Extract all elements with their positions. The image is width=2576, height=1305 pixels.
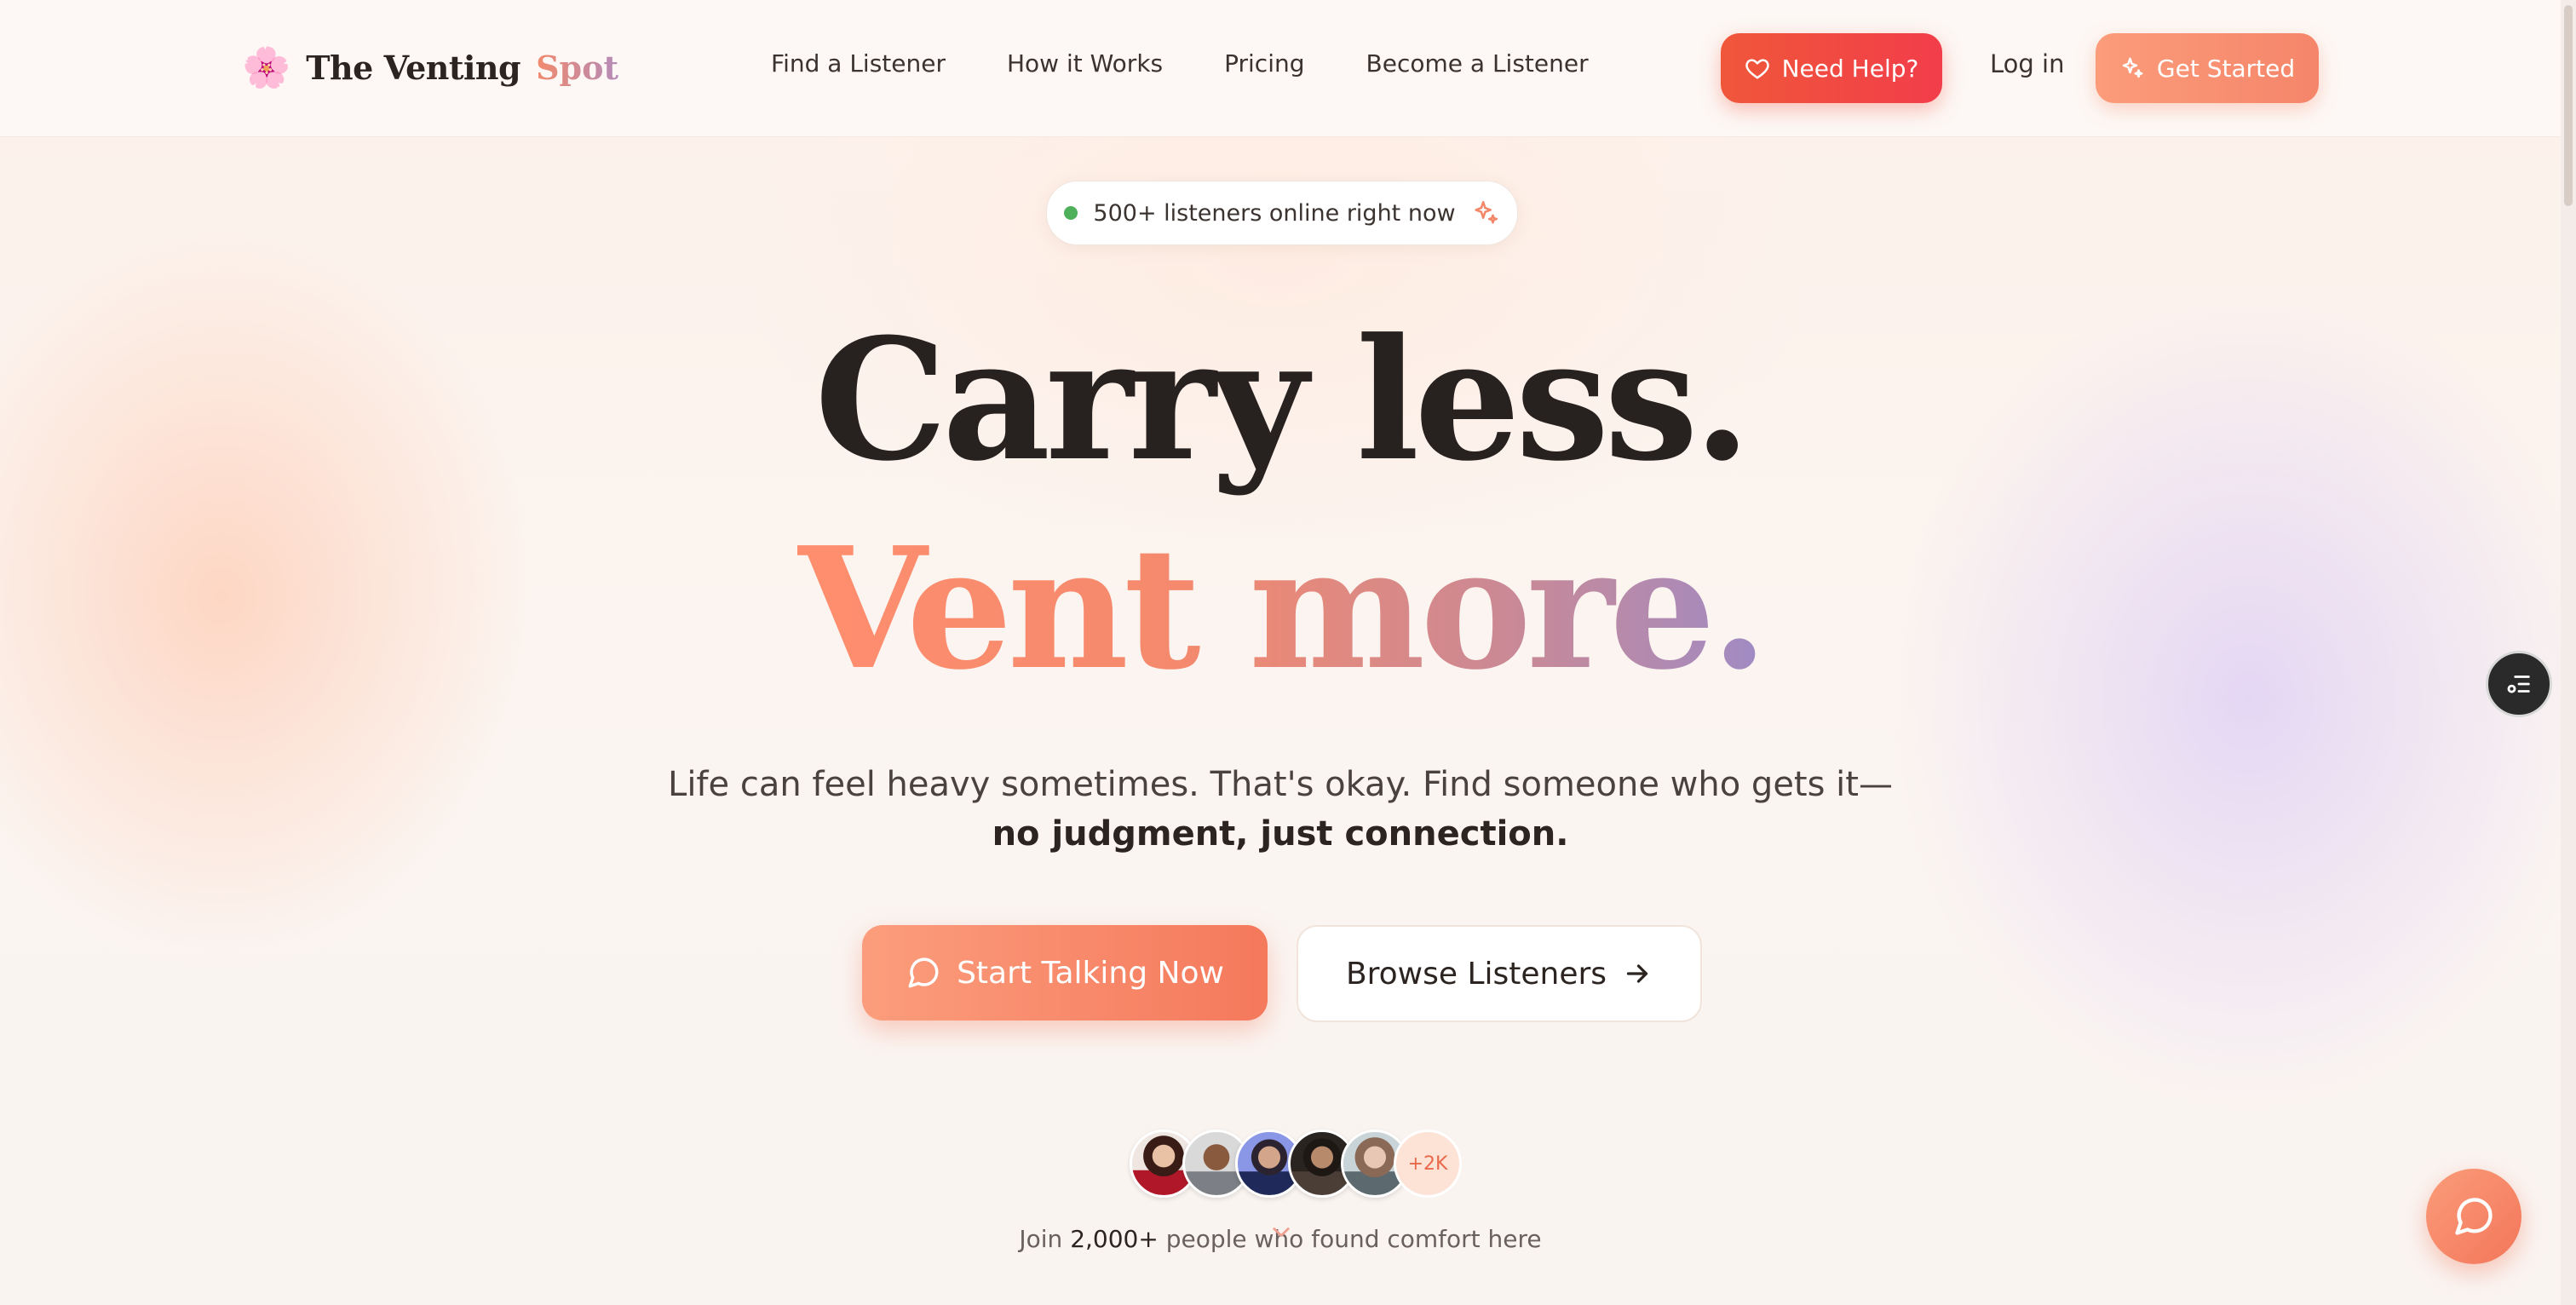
brand-name-accent: Spot [536,48,619,87]
chevron-down-icon[interactable] [1269,1220,1293,1244]
more-listeners-badge: +2K [1394,1130,1462,1198]
start-talking-label: Start Talking Now [957,955,1224,991]
nav-become-listener[interactable]: Become a Listener [1366,49,1589,78]
main-nav: Find a Listener How it Works Pricing Bec… [771,49,1589,78]
online-status-dot [1064,206,1078,220]
listener-avatars: +2K [1130,1130,1462,1198]
login-link[interactable]: Log in [1990,49,2064,78]
join-count: 2,000+ [1070,1225,1159,1253]
sparkle-icon [1474,200,1498,224]
hero-subtitle-text: Life can feel heavy sometimes. That's ok… [668,765,1893,804]
nav-pricing[interactable]: Pricing [1224,49,1304,78]
listeners-online-text: 500+ listeners online right now [1093,199,1456,227]
chat-bubble-icon [908,957,939,988]
hero-headline-line1: Carry less. [814,302,1751,498]
browse-listeners-label: Browse Listeners [1345,956,1607,992]
join-suffix: people who found comfort here [1165,1225,1542,1253]
hero-headline-gradient-text: Vent more. [796,511,1768,707]
floating-menu-button[interactable] [2486,651,2552,717]
sparkle-icon [2122,57,2143,78]
hero-subtitle-emphasis: no judgment, just connection. [992,814,1569,854]
chat-bubble-icon [2455,1198,2493,1235]
heart-icon [1745,59,1769,79]
brand-logo[interactable]: 🌸 The Venting Spot [242,39,618,95]
start-talking-button[interactable]: Start Talking Now [862,925,1268,1020]
get-started-button[interactable]: Get Started [2096,33,2319,103]
hero-subtitle: Life can feel heavy sometimes. That's ok… [0,760,2561,859]
flower-logo-icon: 🌸 [242,44,291,90]
get-started-label: Get Started [2156,54,2296,83]
top-navigation-bar: 🌸 The Venting Spot Find a Listener How i… [0,0,2561,137]
page-scrollbar-thumb[interactable] [2564,5,2573,206]
brand-name: The Venting [306,48,521,87]
chat-launcher-button[interactable] [2426,1169,2521,1264]
join-prefix: Join [1019,1225,1063,1253]
menu-list-icon [2507,675,2530,693]
listeners-online-badge: 500+ listeners online right now [1046,181,1518,245]
nav-find-listener[interactable]: Find a Listener [771,49,946,78]
need-help-label: Need Help? [1781,54,1919,83]
browse-listeners-button[interactable]: Browse Listeners [1297,925,1702,1022]
arrow-right-icon [1626,964,1648,983]
nav-how-it-works[interactable]: How it Works [1007,49,1163,78]
hero-headline-line2: Vent more. [0,511,2561,707]
need-help-button[interactable]: Need Help? [1721,33,1942,103]
